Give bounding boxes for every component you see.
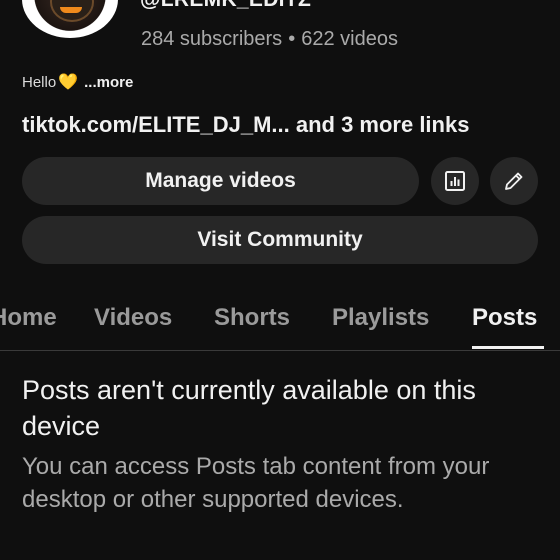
channel-description[interactable]: Hello 💛 ...more bbox=[22, 72, 133, 92]
subscriber-count: 284 subscribers bbox=[141, 28, 283, 50]
active-tab-indicator bbox=[472, 346, 544, 349]
channel-tabs: Home Videos Shorts Playlists Posts bbox=[0, 296, 560, 350]
tab-playlists[interactable]: Playlists bbox=[332, 304, 429, 332]
tab-shorts[interactable]: Shorts bbox=[214, 304, 290, 332]
visit-community-label: Visit Community bbox=[197, 228, 363, 251]
pumpkin-image bbox=[50, 0, 94, 22]
posts-unavailable-message: You can access Posts tab content from yo… bbox=[22, 453, 490, 513]
stats-separator: • bbox=[288, 28, 296, 50]
channel-links[interactable]: tiktok.com/ELITE_DJ_M... and 3 more link… bbox=[22, 112, 469, 138]
tabs-divider bbox=[0, 350, 560, 351]
analytics-button[interactable] bbox=[431, 157, 479, 205]
tab-home[interactable]: Home bbox=[0, 304, 57, 332]
manage-videos-label: Manage videos bbox=[145, 169, 296, 192]
edit-channel-button[interactable] bbox=[490, 157, 538, 205]
tab-posts[interactable]: Posts bbox=[472, 304, 537, 332]
channel-handle: @LREMK_EDITZ bbox=[140, 0, 311, 12]
channel-avatar[interactable] bbox=[22, 0, 118, 38]
analytics-icon bbox=[443, 169, 467, 193]
visit-community-button[interactable]: Visit Community bbox=[22, 216, 538, 264]
pumpkin-mouth bbox=[60, 7, 82, 13]
posts-unavailable-title: Posts aren't currently available on this… bbox=[22, 375, 476, 441]
yellow-heart-emoji: 💛 bbox=[58, 74, 79, 91]
pencil-icon bbox=[502, 169, 526, 193]
description-text: Hello bbox=[22, 73, 57, 91]
video-count: 622 videos bbox=[301, 28, 398, 50]
tab-videos[interactable]: Videos bbox=[94, 304, 172, 332]
description-more-link[interactable]: ...more bbox=[84, 74, 133, 91]
manage-videos-button[interactable]: Manage videos bbox=[22, 157, 419, 205]
channel-stats: 284 subscribers • 622 videos bbox=[141, 28, 398, 51]
